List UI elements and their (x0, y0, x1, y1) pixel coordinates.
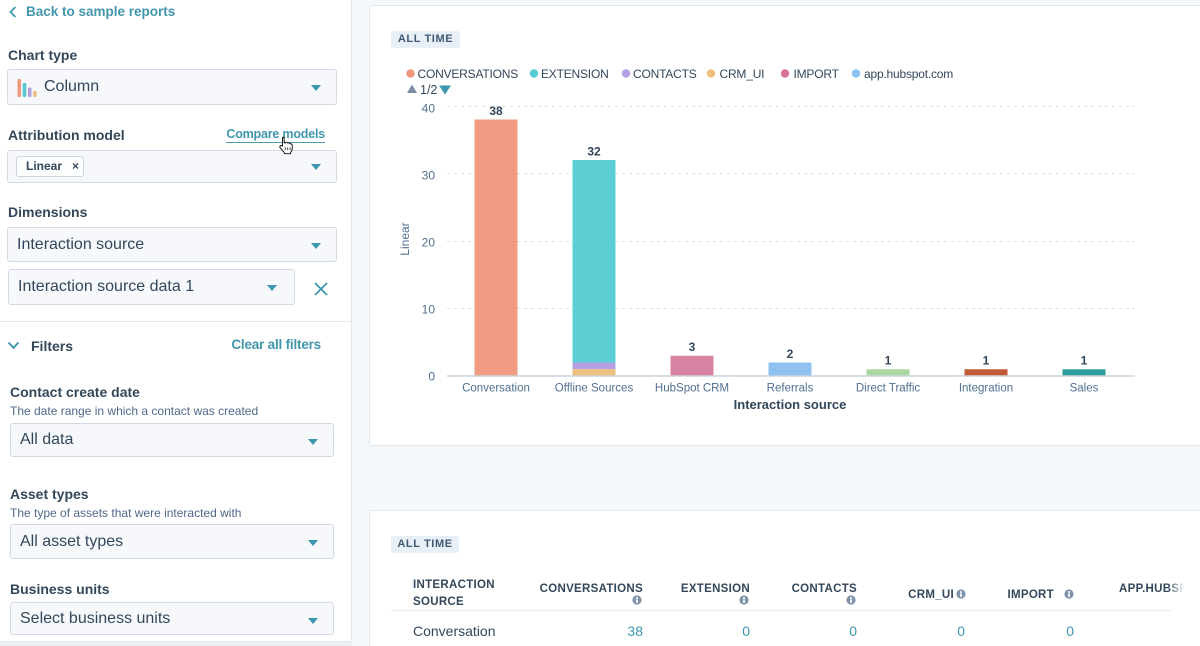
svg-text:0: 0 (742, 623, 750, 639)
svg-text:CONTACTS: CONTACTS (633, 67, 697, 81)
svg-text:Offline Sources: Offline Sources (555, 383, 634, 395)
svg-text:1/2: 1/2 (420, 83, 437, 97)
svg-text:30: 30 (422, 169, 436, 183)
svg-text:1: 1 (983, 354, 990, 368)
svg-text:2: 2 (787, 347, 794, 361)
svg-text:IMPORT: IMPORT (1007, 589, 1054, 601)
svg-text:Sales: Sales (1070, 383, 1099, 395)
svg-text:CRM_UI: CRM_UI (908, 589, 954, 601)
svg-text:EXTENSION: EXTENSION (541, 67, 609, 81)
svg-text:app.hubspot.com: app.hubspot.com (864, 67, 953, 81)
svg-text:Integration: Integration (959, 383, 1013, 395)
svg-text:0: 0 (957, 623, 965, 639)
svg-text:38: 38 (489, 104, 503, 118)
svg-text:Conversation: Conversation (462, 383, 530, 395)
svg-text:3: 3 (689, 340, 696, 354)
svg-text:SOURCE: SOURCE (413, 596, 464, 608)
svg-text:0: 0 (1066, 623, 1074, 639)
svg-text:INTERACTION: INTERACTION (413, 579, 495, 591)
svg-text:CONTACTS: CONTACTS (792, 583, 857, 595)
svg-text:0: 0 (849, 623, 857, 639)
svg-text:32: 32 (587, 145, 601, 159)
svg-text:1: 1 (1081, 354, 1088, 368)
svg-text:10: 10 (422, 303, 436, 317)
svg-text:20: 20 (422, 236, 436, 250)
svg-text:IMPORT: IMPORT (794, 67, 840, 81)
svg-text:1: 1 (885, 354, 892, 368)
svg-text:Referrals: Referrals (767, 383, 814, 395)
svg-text:EXTENSION: EXTENSION (681, 583, 750, 595)
svg-text:CRM_UI: CRM_UI (720, 67, 765, 81)
svg-text:CONVERSATIONS: CONVERSATIONS (418, 67, 519, 81)
svg-text:40: 40 (422, 102, 436, 116)
svg-text:0: 0 (428, 370, 435, 384)
svg-text:38: 38 (627, 623, 643, 639)
svg-text:Linear: Linear (398, 222, 412, 255)
svg-text:Direct Traffic: Direct Traffic (856, 383, 921, 395)
svg-text:CONVERSATIONS: CONVERSATIONS (540, 583, 643, 595)
svg-text:Conversation: Conversation (413, 623, 496, 639)
svg-text:Interaction source: Interaction source (734, 397, 847, 412)
svg-text:HubSpot CRM: HubSpot CRM (655, 383, 729, 395)
